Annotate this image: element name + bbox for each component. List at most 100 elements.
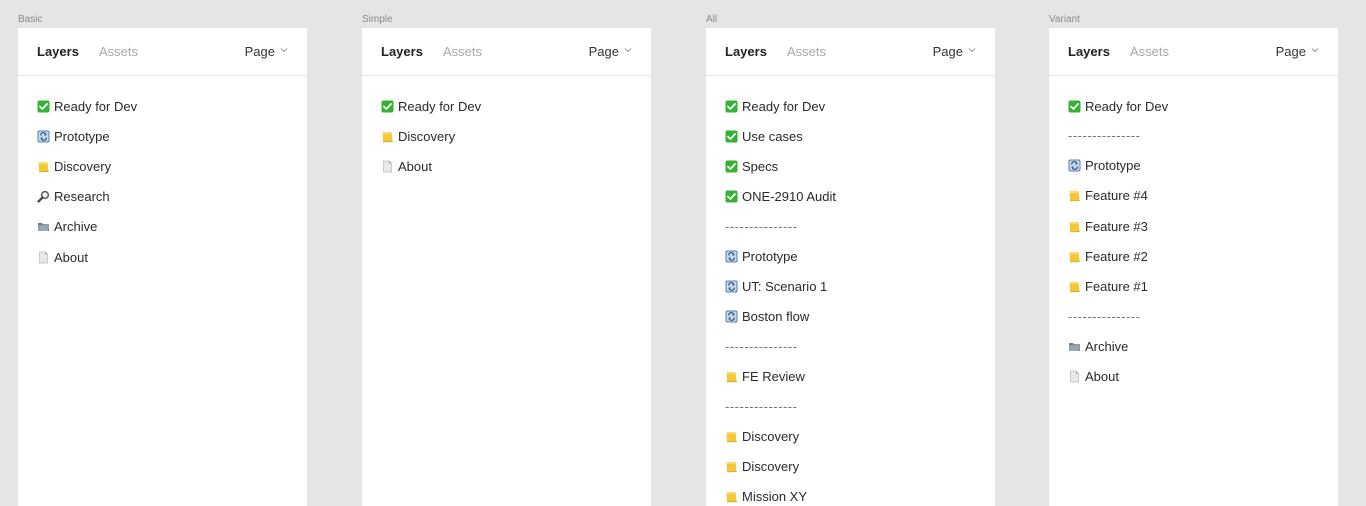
- page-separator: ---------------: [1049, 302, 1338, 332]
- page-item[interactable]: FE Review: [706, 361, 995, 391]
- page-dropdown-label: Page: [588, 44, 619, 59]
- page-dropdown[interactable]: Page: [1276, 45, 1319, 59]
- page-item-label: ONE-2910 Audit: [742, 189, 836, 205]
- page-item[interactable]: Discovery: [706, 421, 995, 451]
- page-item-label: Feature #2: [1085, 248, 1148, 264]
- page-separator: ---------------: [1049, 121, 1338, 151]
- page-item-label: UT: Scenario 1: [742, 279, 828, 295]
- page-item[interactable]: Mission XY: [706, 481, 995, 506]
- check-icon: [1068, 100, 1081, 113]
- page-item[interactable]: UT: Scenario 1: [706, 271, 995, 301]
- page-item[interactable]: About: [18, 242, 307, 272]
- tab-layers[interactable]: Layers: [37, 45, 79, 59]
- page-item[interactable]: Feature #3: [1049, 211, 1338, 241]
- page-item-label: About: [398, 158, 432, 174]
- tab-assets[interactable]: Assets: [99, 45, 138, 59]
- page-item-label: Ready for Dev: [398, 98, 482, 114]
- page-dropdown[interactable]: Page: [245, 45, 288, 59]
- page-list: Ready for Dev --------------- Prototype Fea…: [1049, 76, 1338, 392]
- page-item-label: Feature #3: [1085, 218, 1148, 234]
- page-item-label: Ready for Dev: [742, 98, 826, 114]
- page-item-label: Specs: [742, 158, 779, 174]
- page-item[interactable]: Discovery: [362, 121, 651, 151]
- prototype-icon: [1068, 159, 1081, 172]
- tab-assets[interactable]: Assets: [443, 45, 482, 59]
- page-dropdown[interactable]: Page: [933, 45, 976, 59]
- prototype-icon: [725, 250, 738, 263]
- page-item[interactable]: Ready for Dev: [18, 91, 307, 121]
- page-item[interactable]: Prototype: [1049, 151, 1338, 181]
- page-item[interactable]: Archive: [18, 212, 307, 242]
- page-item[interactable]: Feature #1: [1049, 271, 1338, 301]
- check-icon: [725, 130, 738, 143]
- page-item-label: Ready for Dev: [54, 98, 138, 114]
- check-icon: [725, 190, 738, 203]
- layers-panel-all: Layers Assets Page Ready for Dev Use case…: [706, 28, 995, 506]
- folder-icon: [381, 130, 394, 143]
- chevron-down-icon: [280, 46, 288, 54]
- page-separator: ---------------: [706, 332, 995, 362]
- prototype-icon: [725, 280, 738, 293]
- folder-icon: [1068, 189, 1081, 202]
- page-item[interactable]: Prototype: [706, 241, 995, 271]
- page-item-label: ---------------: [1068, 128, 1141, 144]
- page-item[interactable]: About: [362, 151, 651, 181]
- page-item-label: Mission XY: [742, 488, 808, 504]
- canvas: Basic Layers Assets Page Ready for Dev Pr…: [0, 0, 1366, 506]
- page-dropdown[interactable]: Page: [589, 45, 632, 59]
- panel-header: Layers Assets Page: [18, 28, 307, 76]
- page-item-label: Use cases: [742, 128, 803, 144]
- page-dropdown-label: Page: [932, 44, 963, 59]
- archive-icon: [37, 220, 50, 233]
- document-icon: [37, 251, 50, 264]
- chevron-down-icon: [1311, 46, 1319, 54]
- page-item[interactable]: ONE-2910 Audit: [706, 182, 995, 212]
- page-item[interactable]: Discovery: [18, 151, 307, 181]
- frame-label-variant: Variant: [1049, 14, 1080, 25]
- page-item-label: Discovery: [54, 158, 112, 174]
- prototype-icon: [37, 130, 50, 143]
- tab-layers[interactable]: Layers: [725, 45, 767, 59]
- prototype-icon: [725, 310, 738, 323]
- page-item[interactable]: Ready for Dev: [1049, 91, 1338, 121]
- archive-icon: [1068, 340, 1081, 353]
- panel-header: Layers Assets Page: [362, 28, 651, 76]
- page-item-label: Boston flow: [742, 309, 810, 325]
- tab-layers[interactable]: Layers: [1068, 45, 1110, 59]
- chevron-down-icon: [624, 46, 632, 54]
- check-icon: [725, 100, 738, 113]
- page-dropdown-label: Page: [244, 44, 275, 59]
- page-item-label: Discovery: [398, 128, 456, 144]
- page-item[interactable]: About: [1049, 361, 1338, 391]
- page-item-label: Archive: [1085, 338, 1129, 354]
- tab-assets[interactable]: Assets: [1130, 45, 1169, 59]
- page-item[interactable]: Research: [18, 182, 307, 212]
- page-item[interactable]: Feature #2: [1049, 241, 1338, 271]
- page-item-label: About: [54, 249, 88, 265]
- page-item-label: About: [1085, 368, 1119, 384]
- page-item-label: Research: [54, 189, 110, 205]
- check-icon: [381, 100, 394, 113]
- folder-icon: [725, 430, 738, 443]
- page-item[interactable]: Ready for Dev: [362, 91, 651, 121]
- page-item-label: Archive: [54, 219, 98, 235]
- panel-header: Layers Assets Page: [706, 28, 995, 76]
- page-item-label: Discovery: [742, 428, 800, 444]
- page-item[interactable]: Use cases: [706, 121, 995, 151]
- tab-assets[interactable]: Assets: [787, 45, 826, 59]
- page-item[interactable]: Archive: [1049, 331, 1338, 361]
- page-item[interactable]: Prototype: [18, 121, 307, 151]
- page-item[interactable]: Discovery: [706, 451, 995, 481]
- page-item[interactable]: Boston flow: [706, 302, 995, 332]
- page-item-label: ---------------: [725, 219, 798, 234]
- page-item[interactable]: Feature #4: [1049, 181, 1338, 211]
- layers-panel-basic: Layers Assets Page Ready for Dev Prototyp…: [18, 28, 307, 506]
- page-item[interactable]: Specs: [706, 151, 995, 181]
- layers-panel-variant: Layers Assets Page Ready for Dev --------…: [1049, 28, 1338, 506]
- page-item-label: Prototype: [742, 248, 798, 264]
- tab-layers[interactable]: Layers: [381, 45, 423, 59]
- page-item-label: FE Review: [742, 368, 805, 384]
- page-item-label: ---------------: [725, 339, 798, 355]
- page-item[interactable]: Ready for Dev: [706, 91, 995, 121]
- panel-header: Layers Assets Page: [1049, 28, 1338, 76]
